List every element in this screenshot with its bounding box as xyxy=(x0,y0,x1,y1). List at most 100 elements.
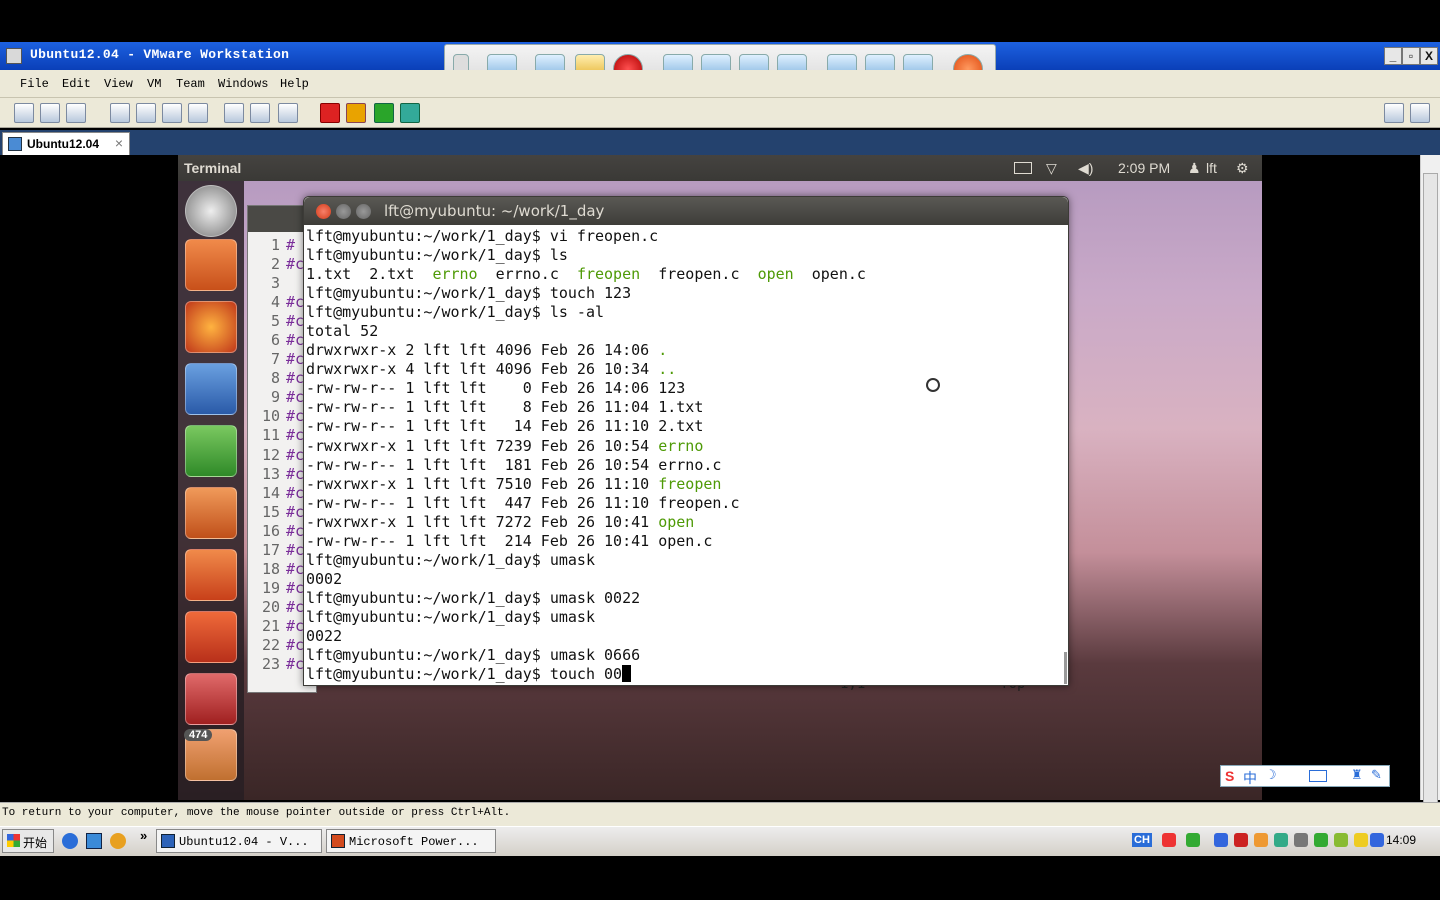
terminal-output[interactable]: lft@myubuntu:~/work/1_day$ vi freopen.c l… xyxy=(306,227,1064,684)
minimize-button[interactable]: _ xyxy=(1384,47,1402,65)
menu-vm[interactable]: VM xyxy=(147,77,161,91)
executable-name: . xyxy=(658,341,668,360)
volume-icon[interactable]: ◀) xyxy=(1078,160,1093,177)
clock[interactable]: 2:09 PM xyxy=(1118,160,1170,176)
firefox-icon[interactable] xyxy=(185,301,237,353)
quick-switch-icon[interactable] xyxy=(162,103,182,123)
menu-team[interactable]: Team xyxy=(176,77,205,91)
menu-windows[interactable]: Windows xyxy=(218,77,268,91)
terminal-close-icon[interactable] xyxy=(316,204,331,219)
dash-home-icon[interactable] xyxy=(185,185,237,237)
quicklaunch-more[interactable]: » xyxy=(140,828,147,843)
scroll-thumb[interactable] xyxy=(1423,173,1438,813)
start-button[interactable]: 开始 xyxy=(2,829,54,853)
keyboard-icon[interactable] xyxy=(1309,770,1327,782)
line-number: 4 xyxy=(270,293,280,312)
tray-icon-5[interactable] xyxy=(1294,833,1308,847)
writer-icon[interactable] xyxy=(185,363,237,415)
terminal-scrollbar[interactable] xyxy=(1064,652,1067,684)
tab-ubuntu[interactable]: Ubuntu12.04 × xyxy=(2,132,130,155)
appliance-view-icon[interactable] xyxy=(278,103,298,123)
shirt-icon[interactable]: ♜ xyxy=(1351,768,1363,783)
close-button[interactable]: X xyxy=(1420,47,1438,65)
terminal-text: 1.txt 2.txt xyxy=(306,265,433,284)
ie-icon[interactable] xyxy=(62,833,78,849)
software-center-icon[interactable] xyxy=(185,549,237,601)
wrench-icon[interactable]: ✎ xyxy=(1371,768,1382,783)
taskbar-clock[interactable]: 14:09 xyxy=(1386,833,1416,847)
sogou-icon[interactable]: S xyxy=(1225,768,1234,784)
taskbar-powerpoint-label: Microsoft Power... xyxy=(349,835,479,849)
network-icon[interactable] xyxy=(1384,103,1404,123)
terminal-line: lft@myubuntu:~/work/1_day$ touch 00 xyxy=(306,665,1064,684)
vm-settings-icon[interactable] xyxy=(1410,103,1430,123)
tray-icon-8[interactable] xyxy=(1354,833,1368,847)
network-icon[interactable]: ▽ xyxy=(1046,160,1057,177)
terminal-window[interactable]: lft@myubuntu: ~/work/1_day lft@myubuntu:… xyxy=(303,196,1069,686)
network-tray-icon[interactable] xyxy=(1214,833,1228,847)
mail-icon[interactable] xyxy=(1014,162,1032,174)
snapshot-take-icon[interactable] xyxy=(14,103,34,123)
system-settings-icon[interactable] xyxy=(185,673,237,725)
show-desktop-icon[interactable] xyxy=(86,833,102,849)
power-on-icon[interactable] xyxy=(374,103,394,123)
unity-icon[interactable] xyxy=(188,103,208,123)
terminal-line: lft@myubuntu:~/work/1_day$ umask 0666 xyxy=(306,646,1064,665)
volume-tray-icon[interactable] xyxy=(1370,833,1384,847)
vm-tab-bar xyxy=(0,130,1440,155)
files-icon[interactable] xyxy=(185,239,237,291)
vertical-scrollbar[interactable] xyxy=(1420,155,1440,813)
calc-icon[interactable] xyxy=(185,425,237,477)
sidebar-toggle-icon[interactable] xyxy=(110,103,130,123)
terminal-title: lft@myubuntu: ~/work/1_day xyxy=(384,202,605,220)
terminal-maximize-icon[interactable] xyxy=(356,204,371,219)
power-off-icon[interactable] xyxy=(320,103,340,123)
gear-icon[interactable]: ⚙ xyxy=(1236,160,1249,177)
terminal-text: -rw-rw-r-- 1 lft lft 214 Feb 26 10:41 op… xyxy=(306,531,713,550)
executable-name: open xyxy=(757,265,794,284)
suspend-icon[interactable] xyxy=(346,103,366,123)
menu-help[interactable]: Help xyxy=(280,77,309,91)
ime-indicator[interactable]: CH xyxy=(1132,833,1152,847)
terminal-minimize-icon[interactable] xyxy=(336,204,351,219)
line-number: 16 xyxy=(261,521,280,540)
taskbar-powerpoint[interactable]: Microsoft Power... xyxy=(326,829,496,853)
impress-icon[interactable] xyxy=(185,487,237,539)
menu-view[interactable]: View xyxy=(104,77,133,91)
moon-icon[interactable]: ☽ xyxy=(1265,768,1277,783)
line-number: 20 xyxy=(261,597,280,616)
menu-edit[interactable]: Edit xyxy=(62,77,91,91)
menu-file[interactable]: File xyxy=(20,77,49,91)
reset-icon[interactable] xyxy=(400,103,420,123)
user-icon[interactable]: ♟ xyxy=(1188,160,1201,177)
console-view-icon[interactable] xyxy=(250,103,270,123)
usb-tray-icon[interactable] xyxy=(1186,833,1200,847)
tray-icon-4[interactable] xyxy=(1274,833,1288,847)
terminal-line: lft@myubuntu:~/work/1_day$ vi freopen.c xyxy=(306,227,1064,246)
line-text: #c xyxy=(286,350,305,369)
taskbar-vmware-label: Ubuntu12.04 - V... xyxy=(179,835,309,849)
summary-view-icon[interactable] xyxy=(224,103,244,123)
fullscreen-icon[interactable] xyxy=(136,103,156,123)
sogou-tray-icon[interactable] xyxy=(1162,833,1176,847)
snapshot-manager-icon[interactable] xyxy=(66,103,86,123)
line-text: #c xyxy=(286,540,305,559)
terminal-text: lft@myubuntu:~/work/1_day$ touch 123 xyxy=(306,284,632,303)
maximize-button[interactable]: ▫ xyxy=(1402,47,1420,65)
tray-icon-7[interactable] xyxy=(1334,833,1348,847)
security-tray-icon[interactable] xyxy=(1234,833,1248,847)
tray-icon-6[interactable] xyxy=(1314,833,1328,847)
username[interactable]: lft xyxy=(1206,160,1217,176)
media-player-icon[interactable] xyxy=(110,833,126,849)
tab-close-icon[interactable]: × xyxy=(115,135,123,151)
unity-launcher: 474 xyxy=(178,181,244,800)
line-text: #c xyxy=(286,388,305,407)
snapshot-revert-icon[interactable] xyxy=(40,103,60,123)
qq-tray-icon[interactable] xyxy=(1254,833,1268,847)
taskbar-vmware[interactable]: Ubuntu12.04 - V... xyxy=(156,829,322,853)
line-number: 13 xyxy=(261,464,280,483)
line-text: #c xyxy=(286,293,305,312)
ime-lang[interactable]: 中 xyxy=(1243,768,1257,788)
ime-toolbar[interactable]: S 中 ☽ ♜ ✎ xyxy=(1220,765,1390,787)
ubuntu-one-icon[interactable] xyxy=(185,611,237,663)
